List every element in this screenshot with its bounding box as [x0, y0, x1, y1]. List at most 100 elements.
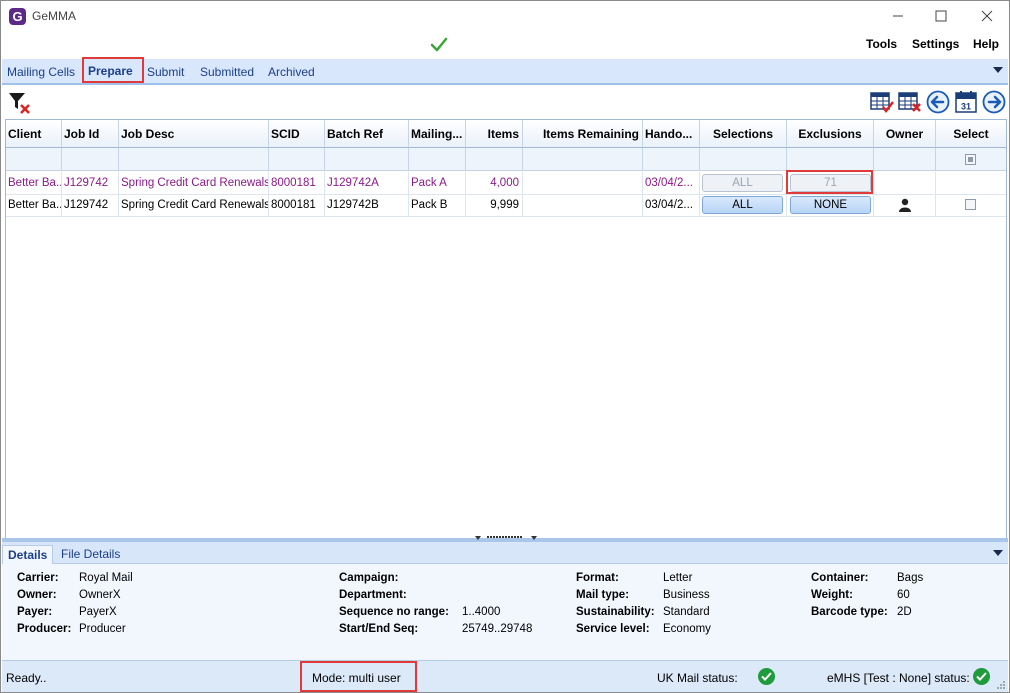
- cell-mailing: Pack B: [409, 194, 466, 216]
- tab-submit[interactable]: Submit: [147, 65, 184, 79]
- toolbar: 31: [2, 87, 1008, 119]
- calendar-icon[interactable]: 31: [954, 90, 978, 114]
- cell-handover: 03/04/2...: [643, 172, 700, 194]
- cell-items-remaining: [523, 172, 643, 194]
- filter-cell-selections[interactable]: [700, 148, 787, 171]
- label-format: Format:: [576, 572, 619, 584]
- resize-grip-icon[interactable]: [997, 681, 1006, 690]
- label-start-end-seq: Start/End Seq:: [339, 623, 419, 635]
- label-carrier: Carrier:: [17, 572, 59, 584]
- col-header-select[interactable]: Select: [936, 120, 1006, 148]
- label-barcode-type: Barcode type:: [811, 606, 888, 618]
- value-format: Letter: [663, 572, 693, 584]
- exclusions-highlight: [786, 170, 873, 194]
- col-header-owner[interactable]: Owner: [874, 120, 936, 148]
- col-header-mailing[interactable]: Mailing...: [409, 120, 466, 148]
- minimize-button[interactable]: [884, 5, 912, 27]
- filter-cell-client[interactable]: [6, 148, 62, 171]
- col-header-batch-ref[interactable]: Batch Ref: [325, 120, 409, 148]
- value-owner: OwnerX: [79, 589, 121, 601]
- filter-cell-job-id[interactable]: [62, 148, 119, 171]
- value-container: Bags: [897, 572, 924, 584]
- filter-cell-mailing[interactable]: [409, 148, 466, 171]
- label-owner: Owner:: [17, 589, 57, 601]
- filter-cell-owner[interactable]: [874, 148, 936, 171]
- mode-highlight: [300, 661, 417, 692]
- cell-items: 9,999: [466, 194, 523, 216]
- app-logo-icon: G: [9, 8, 26, 25]
- cell-scid: 8000181: [269, 172, 325, 194]
- exclusions-button[interactable]: NONE: [790, 196, 871, 214]
- cell-items: 4,000: [466, 172, 523, 194]
- label-producer: Producer:: [17, 623, 72, 635]
- filter-cell-exclusions[interactable]: [787, 148, 874, 171]
- details-body: Carrier: Royal Mail Owner: OwnerX Payer:…: [2, 564, 1008, 660]
- title-bar: G GeMMA: [1, 1, 1009, 32]
- col-header-exclusions[interactable]: Exclusions: [787, 120, 874, 148]
- cell-client: Better Ba...: [6, 194, 62, 216]
- status-ready: Ready..: [6, 671, 47, 685]
- filter-cell-batch-ref[interactable]: [325, 148, 409, 171]
- filter-cell-job-desc[interactable]: [119, 148, 269, 171]
- app-window: G GeMMA Tools Settings Help Mailing Cell…: [0, 0, 1010, 693]
- forward-arrow-icon[interactable]: [982, 90, 1006, 114]
- close-icon: [981, 10, 993, 22]
- value-sustainability: Standard: [663, 606, 710, 618]
- window-title: GeMMA: [32, 9, 77, 23]
- col-header-items[interactable]: Items: [466, 120, 523, 148]
- check-icon: [430, 37, 448, 52]
- label-sequence-range: Sequence no range:: [339, 606, 449, 618]
- menu-tools[interactable]: Tools: [866, 37, 897, 51]
- label-campaign: Campaign:: [339, 572, 399, 584]
- filter-cell-items-remaining[interactable]: [523, 148, 643, 171]
- emhs-ok-icon: [973, 668, 990, 685]
- grid-delete-icon[interactable]: [898, 90, 922, 114]
- cell-scid: 8000181: [269, 194, 325, 216]
- tab-submitted[interactable]: Submitted: [200, 65, 254, 79]
- close-button[interactable]: [973, 5, 1001, 27]
- value-carrier: Royal Mail: [79, 572, 133, 584]
- clear-filter-icon[interactable]: [7, 90, 31, 114]
- cell-handover: 03/04/2...: [643, 194, 700, 216]
- maximize-button[interactable]: [927, 5, 955, 27]
- tab-details[interactable]: Details: [2, 545, 54, 564]
- menu-settings[interactable]: Settings: [912, 37, 959, 51]
- person-icon: [899, 198, 911, 212]
- tab-file-details[interactable]: File Details: [56, 545, 125, 564]
- table-row[interactable]: Better Ba... J129742 Spring Credit Card …: [6, 194, 1006, 216]
- filter-cell-select[interactable]: [936, 148, 1006, 171]
- row-select-checkbox[interactable]: [965, 199, 976, 210]
- chevron-down-icon[interactable]: [993, 67, 1003, 74]
- menu-help[interactable]: Help: [973, 37, 999, 51]
- cell-job-desc: Spring Credit Card Renewals: [119, 172, 269, 194]
- tab-archived[interactable]: Archived: [268, 65, 315, 79]
- col-header-scid[interactable]: SCID: [269, 120, 325, 148]
- col-header-items-remaining[interactable]: Items Remaining: [523, 120, 643, 148]
- tab-mailing-cells[interactable]: Mailing Cells: [7, 65, 75, 79]
- back-arrow-icon[interactable]: [926, 90, 950, 114]
- details-tabs: Details File Details: [2, 542, 1008, 564]
- grid-check-icon[interactable]: [870, 90, 894, 114]
- cell-job-desc: Spring Credit Card Renewals: [119, 194, 269, 216]
- col-header-job-id[interactable]: Job Id: [62, 120, 119, 148]
- col-header-client[interactable]: Client: [6, 120, 62, 148]
- cell-selections: ALL: [700, 194, 787, 216]
- select-all-checkbox[interactable]: [965, 154, 976, 165]
- minimize-icon: [893, 15, 903, 17]
- col-header-job-desc[interactable]: Job Desc: [119, 120, 269, 148]
- cell-batch-ref: J129742A: [325, 172, 409, 194]
- label-payer: Payer:: [17, 606, 53, 618]
- col-header-handover[interactable]: Hando...: [643, 120, 700, 148]
- selections-button[interactable]: ALL: [702, 196, 783, 214]
- cell-client: Better Ba...: [6, 172, 62, 194]
- menu-bar: Tools Settings Help: [1, 32, 1009, 59]
- filter-cell-handover[interactable]: [643, 148, 700, 171]
- cell-select: [936, 172, 1006, 194]
- col-header-selections[interactable]: Selections: [700, 120, 787, 148]
- value-weight: 60: [897, 589, 910, 601]
- uk-mail-ok-icon: [758, 668, 775, 685]
- filter-cell-items[interactable]: [466, 148, 523, 171]
- selections-button[interactable]: ALL: [702, 174, 783, 192]
- chevron-down-icon[interactable]: [993, 550, 1003, 557]
- filter-cell-scid[interactable]: [269, 148, 325, 171]
